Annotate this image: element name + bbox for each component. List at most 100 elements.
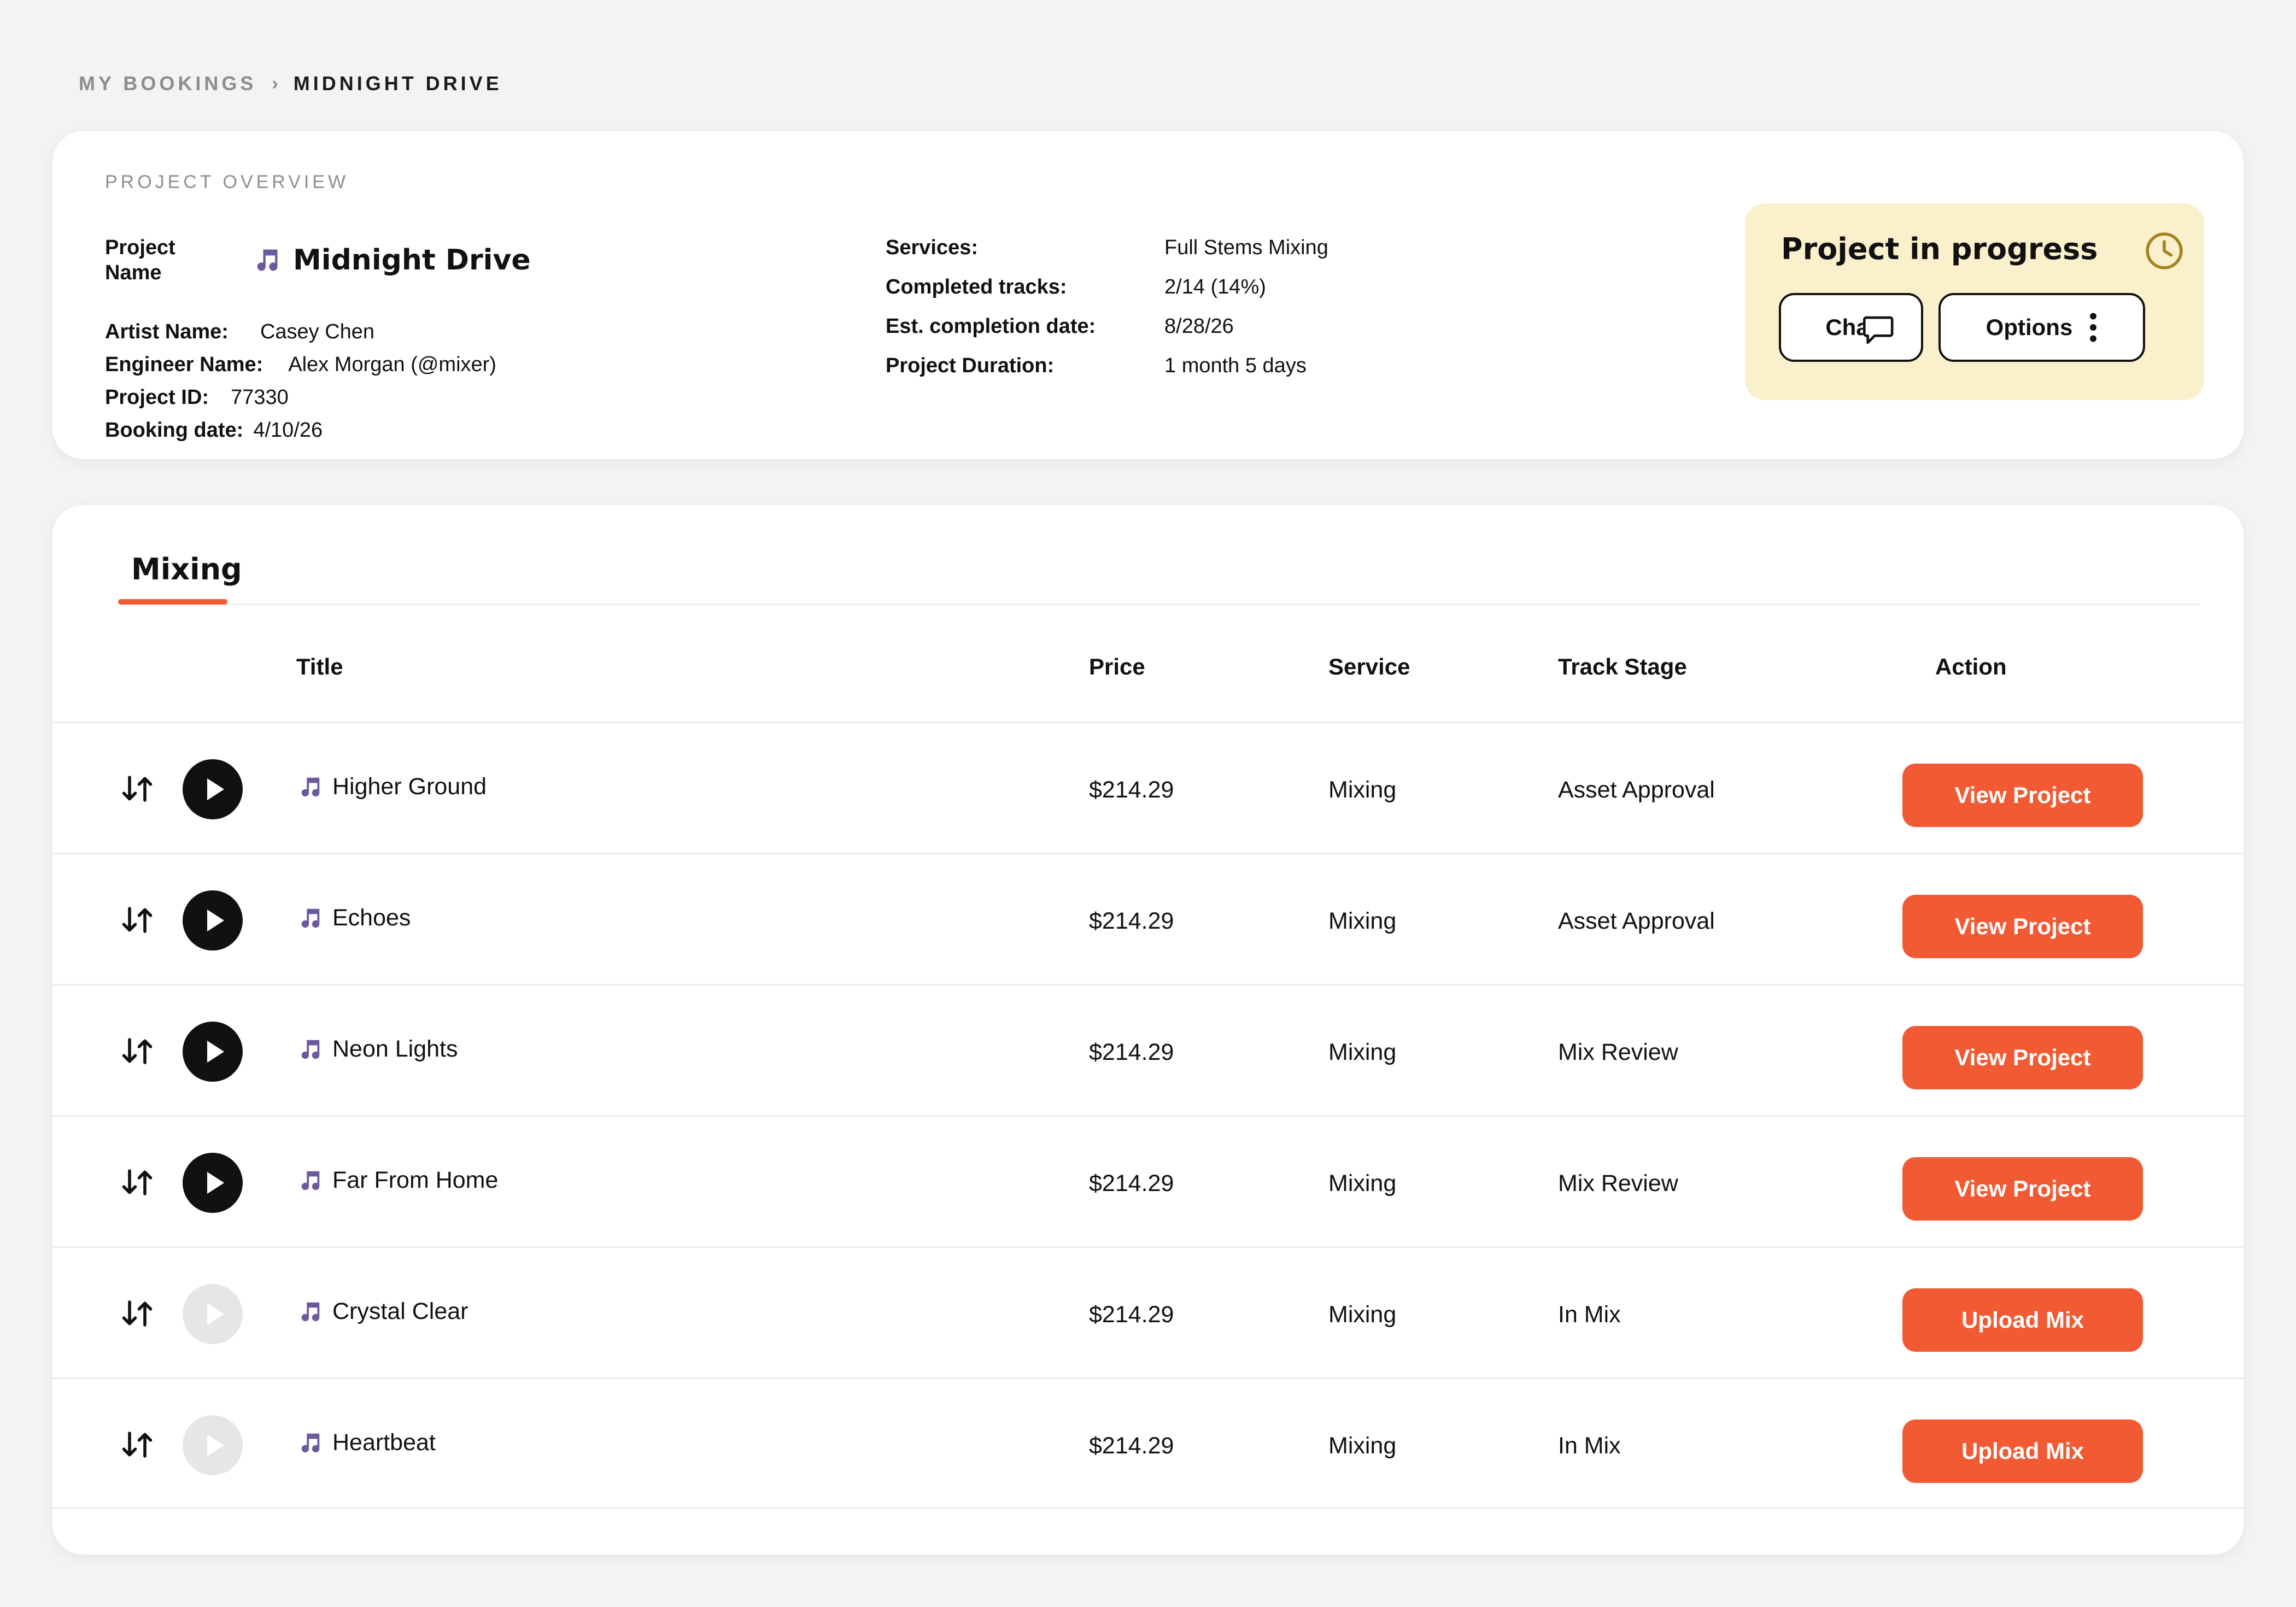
track-stage: In Mix — [1558, 1301, 1621, 1328]
breadcrumb-my-bookings[interactable]: MY BOOKINGS — [79, 72, 256, 95]
track-stage: Asset Approval — [1558, 777, 1715, 803]
services-value: Full Stems Mixing — [1164, 236, 1328, 259]
est-row: Est. completion date: 8/28/26 — [886, 315, 1234, 338]
project-id-label: Project ID: — [105, 386, 209, 409]
completed-row: Completed tracks: 2/14 (14%) — [886, 275, 1266, 299]
track-price: $214.29 — [1089, 777, 1174, 803]
sort-arrows-icon[interactable] — [120, 1429, 154, 1460]
music-note-icon — [301, 1302, 320, 1321]
artist-row: Artist Name: Casey Chen — [105, 320, 374, 344]
header-track-stage: Track Stage — [1558, 654, 1687, 679]
view-project-button[interactable]: View Project — [1902, 764, 2143, 827]
track-title: Higher Ground — [332, 773, 487, 800]
track-service: Mixing — [1328, 1433, 1397, 1459]
track-service: Mixing — [1328, 908, 1397, 934]
track-price: $214.29 — [1089, 1170, 1174, 1197]
sort-arrows-icon[interactable] — [120, 1167, 154, 1198]
sort-arrows-icon[interactable] — [120, 905, 154, 935]
artist-value: Casey Chen — [260, 320, 375, 343]
track-stage: Mix Review — [1558, 1039, 1678, 1065]
project-name: Midnight Drive — [253, 244, 531, 277]
play-icon — [207, 910, 224, 931]
play-button — [183, 1415, 243, 1475]
play-button[interactable] — [183, 890, 243, 951]
booking-date-value: 4/10/26 — [253, 419, 323, 442]
upload-mix-button[interactable]: Upload Mix — [1902, 1420, 2143, 1483]
booking-date-row: Booking date: 4/10/26 — [105, 419, 323, 442]
upload-mix-button[interactable]: Upload Mix — [1902, 1288, 2143, 1352]
play-icon — [207, 1041, 224, 1063]
duration-value: 1 month 5 days — [1164, 354, 1307, 377]
track-price: $214.29 — [1089, 1433, 1174, 1459]
section-title: PROJECT OVERVIEW — [105, 172, 349, 192]
table-row: Echoes $214.29 Mixing Asset Approval Vie… — [52, 853, 2244, 984]
completed-label: Completed tracks: — [886, 275, 1067, 298]
track-service: Mixing — [1328, 1301, 1397, 1328]
est-label: Est. completion date: — [886, 315, 1096, 338]
view-project-button[interactable]: View Project — [1902, 1026, 2143, 1089]
project-id-row: Project ID: 77330 — [105, 386, 289, 409]
track-service: Mixing — [1328, 1170, 1397, 1197]
play-icon — [207, 1172, 224, 1194]
table-row: Crystal Clear $214.29 Mixing In Mix Uplo… — [52, 1246, 2244, 1377]
status-panel: Project in progress Chat Options — [1745, 203, 2204, 400]
track-stage: Asset Approval — [1558, 908, 1715, 934]
clock-icon — [2146, 232, 2183, 269]
table-row: Heartbeat $214.29 Mixing In Mix Upload M… — [52, 1377, 2244, 1509]
vertical-dots-icon — [2090, 313, 2097, 342]
project-name-text: Midnight Drive — [293, 244, 531, 277]
track-title-cell: Echoes — [297, 905, 411, 931]
table-row: Neon Lights $214.29 Mixing Mix Review Vi… — [52, 984, 2244, 1115]
header-action: Action — [1935, 654, 2007, 679]
active-tab-indicator — [118, 599, 227, 605]
track-price: $214.29 — [1089, 1039, 1174, 1065]
track-title-cell: Heartbeat — [297, 1429, 436, 1456]
track-title: Heartbeat — [332, 1429, 436, 1456]
chat-button[interactable]: Chat — [1779, 293, 1923, 362]
status-title: Project in progress — [1781, 232, 2098, 266]
track-title: Far From Home — [332, 1167, 499, 1193]
tab-divider — [118, 603, 2200, 605]
est-value: 8/28/26 — [1164, 315, 1234, 338]
music-note-icon — [301, 1433, 320, 1452]
play-icon — [207, 778, 224, 800]
tab-mixing[interactable]: Mixing — [131, 552, 242, 587]
engineer-row: Engineer Name: Alex Morgan (@mixer) — [105, 353, 496, 377]
chat-bubble-icon — [1862, 316, 1894, 344]
sort-arrows-icon[interactable] — [120, 1298, 154, 1329]
music-note-icon — [301, 908, 320, 928]
track-title: Crystal Clear — [332, 1298, 468, 1324]
play-button[interactable] — [183, 1153, 243, 1213]
duration-row: Project Duration: 1 month 5 days — [886, 354, 1307, 378]
track-title-cell: Crystal Clear — [297, 1298, 468, 1325]
music-note-icon — [257, 249, 278, 271]
tracks-card: Mixing Title Price Service Track Stage A… — [52, 505, 2244, 1555]
header-price: Price — [1089, 654, 1145, 679]
sort-arrows-icon[interactable] — [120, 1036, 154, 1066]
track-service: Mixing — [1328, 1039, 1397, 1065]
breadcrumb-separator: › — [272, 73, 278, 94]
music-note-icon — [301, 1040, 320, 1059]
page: MY BOOKINGS › MIDNIGHT DRIVE PROJECT OVE… — [0, 0, 2296, 1607]
view-project-button[interactable]: View Project — [1902, 1157, 2143, 1221]
play-button — [183, 1284, 243, 1344]
services-label: Services: — [886, 236, 979, 259]
track-stage: Mix Review — [1558, 1170, 1678, 1197]
options-button-label: Options — [1985, 314, 2073, 340]
table-row: Far From Home $214.29 Mixing Mix Review … — [52, 1115, 2244, 1246]
booking-date-label: Booking date: — [105, 419, 244, 442]
play-button[interactable] — [183, 1022, 243, 1082]
engineer-label: Engineer Name: — [105, 353, 263, 376]
track-title-cell: Higher Ground — [297, 773, 487, 800]
artist-label: Artist Name: — [105, 320, 229, 343]
view-project-button[interactable]: View Project — [1902, 895, 2143, 958]
services-row: Services: Full Stems Mixing — [886, 236, 1328, 260]
play-icon — [207, 1303, 224, 1325]
options-button[interactable]: Options — [1938, 293, 2145, 362]
track-price: $214.29 — [1089, 908, 1174, 934]
project-overview-card: PROJECT OVERVIEW Project Name Midnight D… — [52, 131, 2244, 459]
project-name-label: Project Name — [105, 236, 175, 284]
play-button[interactable] — [183, 759, 243, 819]
breadcrumb: MY BOOKINGS › MIDNIGHT DRIVE — [79, 72, 502, 95]
sort-arrows-icon[interactable] — [120, 773, 154, 804]
